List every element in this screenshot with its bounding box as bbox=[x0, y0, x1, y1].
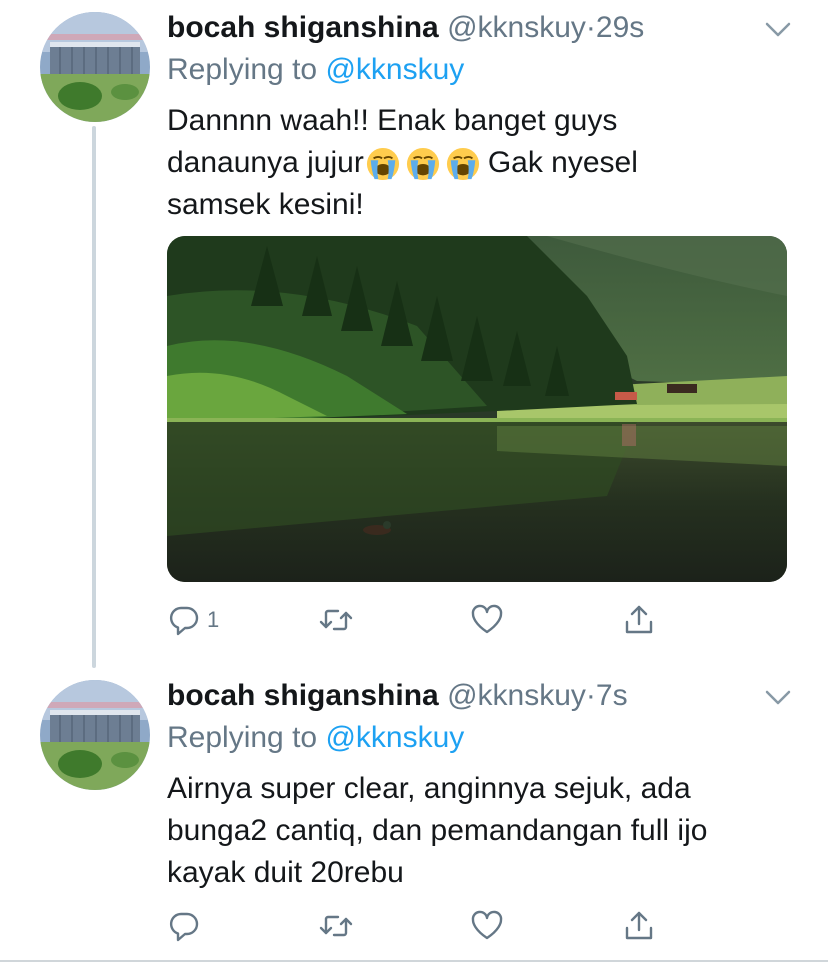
tweet-text-line: bunga2 cantiq, dan pemandangan full ijo bbox=[167, 814, 708, 847]
tweet-actions bbox=[167, 906, 667, 946]
tweet-text-line: samsek kesini! bbox=[167, 188, 364, 221]
separator-dot: · bbox=[585, 679, 596, 712]
tweet-text-segment: Gak nyesel bbox=[487, 146, 638, 179]
tweet-text-line: danaunya jujur Gak nyesel bbox=[167, 142, 787, 184]
separator-dot: · bbox=[585, 11, 596, 44]
share-button[interactable] bbox=[622, 600, 656, 640]
timestamp[interactable]: 29s bbox=[596, 11, 644, 44]
tweet[interactable]: bocah shiganshina @kknskuy·29s Replying … bbox=[0, 0, 828, 668]
avatar[interactable] bbox=[40, 12, 150, 122]
share-icon bbox=[625, 911, 653, 940]
author-handle[interactable]: @kknskuy bbox=[447, 11, 586, 44]
share-icon bbox=[625, 605, 653, 634]
author-handle[interactable]: @kknskuy bbox=[447, 679, 586, 712]
reply-icon bbox=[169, 606, 199, 636]
tweet-text: Airnya super clear, anginnya sejuk, ada … bbox=[167, 768, 787, 894]
reply-count: 1 bbox=[207, 607, 220, 632]
tweet-header: bocah shiganshina @kknskuy·7s bbox=[167, 678, 628, 714]
tweet[interactable]: bocah shiganshina @kknskuy·7s Replying t… bbox=[0, 668, 828, 960]
loudly-crying-face-icon bbox=[446, 148, 479, 181]
reply-button[interactable]: 1 bbox=[167, 600, 219, 640]
tweet-media-photo[interactable] bbox=[167, 236, 787, 582]
tweet-text-line: Airnya super clear, anginnya sejuk, ada bbox=[167, 772, 691, 805]
retweet-button[interactable] bbox=[319, 906, 353, 946]
mention-link[interactable]: @kknskuy bbox=[325, 721, 464, 754]
lake-photo bbox=[167, 236, 787, 582]
loudly-crying-face-icon bbox=[406, 148, 439, 181]
author-name[interactable]: bocah shiganshina bbox=[167, 11, 439, 44]
replying-label: Replying to bbox=[167, 721, 318, 754]
avatar-image bbox=[40, 680, 150, 790]
emoji-group bbox=[366, 147, 480, 181]
like-button[interactable] bbox=[470, 906, 504, 946]
share-button[interactable] bbox=[622, 906, 656, 946]
avatar-image bbox=[40, 12, 150, 122]
tweet-text: Dannnn waah!! Enak banget guys danaunya … bbox=[167, 100, 787, 226]
tweet-text-line: Dannnn waah!! Enak banget guys bbox=[167, 104, 618, 137]
tweet-text-segment: danaunya jujur bbox=[167, 146, 364, 179]
replying-to: Replying to @kknskuy bbox=[167, 720, 464, 756]
mention-link[interactable]: @kknskuy bbox=[325, 53, 464, 86]
reply-button[interactable] bbox=[167, 906, 201, 946]
tweet-actions: 1 bbox=[167, 600, 667, 640]
retweet-button[interactable] bbox=[319, 600, 353, 640]
reply-icon bbox=[169, 912, 199, 942]
retweet-icon bbox=[319, 609, 353, 631]
avatar[interactable] bbox=[40, 680, 150, 790]
chevron-down-icon[interactable] bbox=[764, 688, 792, 708]
replying-label: Replying to bbox=[167, 53, 318, 86]
author-name[interactable]: bocah shiganshina bbox=[167, 679, 439, 712]
heart-icon bbox=[471, 910, 503, 940]
thread-line bbox=[92, 126, 96, 668]
like-button[interactable] bbox=[470, 600, 504, 640]
chevron-down-icon[interactable] bbox=[764, 20, 792, 40]
timestamp[interactable]: 7s bbox=[596, 679, 628, 712]
loudly-crying-face-icon bbox=[366, 148, 399, 181]
retweet-icon bbox=[319, 915, 353, 937]
replying-to: Replying to @kknskuy bbox=[167, 52, 464, 88]
heart-icon bbox=[471, 604, 503, 634]
tweet-text-line: kayak duit 20rebu bbox=[167, 856, 404, 889]
tweet-header: bocah shiganshina @kknskuy·29s bbox=[167, 10, 644, 46]
